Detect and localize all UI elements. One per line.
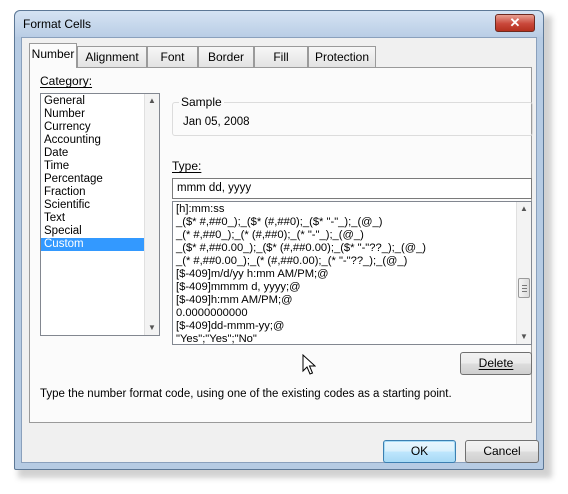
category-list[interactable]: General Number Currency Accounting Date … <box>40 93 160 336</box>
type-input[interactable]: mmm dd, yyyy <box>172 178 532 199</box>
tab-label: Border <box>207 50 245 64</box>
category-item-scientific[interactable]: Scientific <box>41 199 144 212</box>
tab-alignment[interactable]: Alignment <box>77 46 147 67</box>
ok-button[interactable]: OK <box>383 440 456 463</box>
format-cells-dialog: Format Cells ✕ Number Alignment Font Bor… <box>14 10 544 470</box>
category-item-time[interactable]: Time <box>41 160 144 173</box>
tab-label: Protection <box>314 50 370 64</box>
category-item-general[interactable]: General <box>41 95 144 108</box>
tab-number[interactable]: Number <box>29 43 77 68</box>
mouse-pointer-icon <box>302 354 316 375</box>
format-item[interactable]: [$-409]mmmm d, yyyy;@ <box>173 281 516 294</box>
tab-label: Alignment <box>85 50 139 64</box>
scroll-up-arrow-icon[interactable]: ▲ <box>517 202 531 216</box>
category-item-percentage[interactable]: Percentage <box>41 173 144 186</box>
tab-font[interactable]: Font <box>147 46 198 67</box>
close-button[interactable]: ✕ <box>495 14 535 32</box>
category-item-date[interactable]: Date <box>41 147 144 160</box>
category-item-fraction[interactable]: Fraction <box>41 186 144 199</box>
type-label: Type: <box>172 159 202 173</box>
sample-label: Sample <box>179 95 224 109</box>
ok-button-label: OK <box>410 444 429 458</box>
format-item[interactable]: _($* #,##0.00_);_($* (#,##0.00);_($* "-"… <box>173 242 516 255</box>
cancel-button[interactable]: Cancel <box>465 440 539 463</box>
category-item-custom[interactable]: Custom <box>41 238 144 251</box>
category-label: Category: <box>40 74 93 88</box>
window-title: Format Cells <box>23 17 92 31</box>
format-scrollbar[interactable]: ▲ ▼ <box>516 202 531 344</box>
category-item-accounting[interactable]: Accounting <box>41 134 144 147</box>
sample-group: Sample Jan 05, 2008 <box>172 95 533 136</box>
tab-border[interactable]: Border <box>198 46 254 67</box>
category-item-currency[interactable]: Currency <box>41 121 144 134</box>
sample-value: Jan 05, 2008 <box>183 116 250 128</box>
format-item[interactable]: _(* #,##0.00_);_(* (#,##0.00);_(* "-"??_… <box>173 255 516 268</box>
format-item[interactable]: _($* #,##0_);_($* (#,##0);_($* "-"_);_(@… <box>173 216 516 229</box>
format-item[interactable]: 0.0000000000 <box>173 307 516 320</box>
tab-protection[interactable]: Protection <box>308 46 376 67</box>
title-bar[interactable]: Format Cells ✕ <box>15 11 543 37</box>
scroll-thumb[interactable] <box>518 278 530 298</box>
scroll-down-arrow-icon[interactable]: ▼ <box>145 321 159 335</box>
tab-label: Font <box>160 50 185 64</box>
format-code-list[interactable]: [h]:mm:ss _($* #,##0_);_($* (#,##0);_($*… <box>172 201 532 345</box>
delete-button-label: Delete <box>478 356 514 370</box>
format-item[interactable]: [h]:mm:ss <box>173 203 516 216</box>
tab-fill[interactable]: Fill <box>254 46 308 67</box>
category-item-text[interactable]: Text <box>41 212 144 225</box>
delete-button[interactable]: Delete <box>460 352 532 375</box>
format-item[interactable]: "Yes";"Yes";"No" <box>173 333 516 344</box>
tab-label: Fill <box>273 50 289 64</box>
format-item[interactable]: [$-409]m/d/yy h:mm AM/PM;@ <box>173 268 516 281</box>
format-item[interactable]: [$-409]dd-mmm-yy;@ <box>173 320 516 333</box>
format-item[interactable]: [$-409]h:mm AM/PM;@ <box>173 294 516 307</box>
category-item-special[interactable]: Special <box>41 225 144 238</box>
cancel-button-label: Cancel <box>483 444 521 458</box>
format-item[interactable]: _(* #,##0_);_(* (#,##0);_(* "-"_);_(@_) <box>173 229 516 242</box>
scroll-down-arrow-icon[interactable]: ▼ <box>517 330 531 344</box>
category-item-number[interactable]: Number <box>41 108 144 121</box>
dialog-client-area: Number Alignment Font Border Fill Protec… <box>21 37 539 463</box>
category-scrollbar[interactable]: ▲ ▼ <box>144 94 159 335</box>
close-icon: ✕ <box>509 15 521 30</box>
number-tab-panel: Category: General Number Currency Accoun… <box>29 67 533 423</box>
hint-text: Type the number format code, using one o… <box>40 388 452 400</box>
tab-label: Number <box>31 47 75 61</box>
scroll-up-arrow-icon[interactable]: ▲ <box>145 94 159 108</box>
